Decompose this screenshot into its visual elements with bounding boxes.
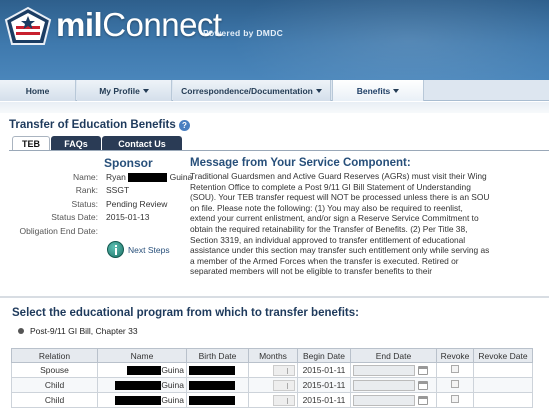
obligation-end-date-label: Obligation End Date: [19,226,98,236]
col-header-end-date: End Date [350,348,437,363]
nav-item-correspondence[interactable]: Correspondence/Documentation [173,80,331,101]
main-nav: Home My Profile Correspondence/Documenta… [0,80,549,101]
begin-date-cell: 2015-01-11 [297,377,351,393]
end-date-input[interactable] [353,379,415,391]
col-header-name: Name [97,348,187,363]
redaction-block [189,381,235,391]
begin-date-cell: 2015-01-11 [297,362,351,378]
message-heading: Message from Your Service Component: [190,157,411,169]
chevron-down-icon [315,88,322,93]
program-option[interactable]: Post-9/11 GI Bill, Chapter 33 [18,326,138,336]
subnav-bar [0,102,549,113]
next-steps-link[interactable]: Next Steps [128,245,170,255]
nav-item-benefits[interactable]: Benefits [332,80,424,101]
relation-cell: Spouse [11,362,98,378]
end-date-cell [350,362,437,378]
redaction-block [189,396,235,406]
info-icon[interactable] [107,241,124,258]
calendar-icon[interactable] [418,380,428,390]
birth-date-cell [186,377,249,393]
help-icon[interactable]: ? [179,120,190,131]
redaction-block [189,366,235,376]
end-date-input[interactable] [353,364,415,376]
revoke-checkbox[interactable] [451,395,459,403]
table-row: Child Guina 2015-01-11 [11,377,533,393]
message-body: Traditional Guardsmen and Active Guard R… [190,171,490,277]
nav-item-home[interactable]: Home [0,80,76,101]
redaction-block [127,366,162,376]
relation-cell: Child [11,392,98,408]
months-stepper[interactable] [273,379,295,391]
col-header-begin-date: Begin Date [297,348,351,363]
sponsor-heading: Sponsor [104,156,153,170]
name-value: Ryan Guina [106,172,193,183]
end-date-cell [350,392,437,408]
birth-date-cell [186,392,249,408]
end-date-input[interactable] [353,394,415,406]
tab-faqs[interactable]: FAQs [51,136,101,150]
status-label: Status: [71,199,98,209]
chevron-down-icon [142,88,149,93]
milconnect-logo-icon[interactable] [4,6,52,46]
radio-selected-icon[interactable] [18,328,24,334]
program-heading: Select the educational program from whic… [12,307,359,319]
table-row: Spouse Guina 2015-01-11 [11,362,533,378]
revoke-date-cell [473,362,533,378]
powered-by-label: Powered by DMDC [203,28,284,38]
section-divider [0,296,549,298]
revoke-cell [436,377,474,393]
status-date-value: 2015-01-13 [106,212,150,222]
rank-label: Rank: [75,185,98,195]
months-cell [248,362,298,378]
calendar-icon[interactable] [418,395,428,405]
redaction-block [128,173,168,183]
page-title: Transfer of Education Benefits [9,119,176,131]
table-row: Child Guina 2015-01-11 [11,392,533,408]
begin-date-cell: 2015-01-11 [297,392,351,408]
tab-contact-us[interactable]: Contact Us [102,136,182,150]
name-cell: Guina [97,362,187,378]
dependents-table: Relation Name Birth Date Months Begin Da… [11,348,533,408]
relation-cell: Child [11,377,98,393]
tab-divider [9,150,549,151]
revoke-checkbox[interactable] [451,380,459,388]
redaction-block [115,381,162,391]
revoke-cell [436,392,474,408]
app-logo-text[interactable]: milConnect [56,6,222,44]
months-cell [248,392,298,408]
status-date-label: Status Date: [51,212,98,222]
months-cell [248,377,298,393]
table-header-row: Relation Name Birth Date Months Begin Da… [11,348,533,363]
col-header-months: Months [248,348,298,363]
col-header-birth-date: Birth Date [186,348,249,363]
col-header-relation: Relation [11,348,98,363]
status-value: Pending Review [106,199,168,209]
calendar-icon[interactable] [418,365,428,375]
redaction-block [115,396,162,406]
birth-date-cell [186,362,249,378]
col-header-revoke: Revoke [436,348,474,363]
end-date-cell [350,377,437,393]
name-cell: Guina [97,377,187,393]
rank-value: SSGT [106,185,130,195]
tab-teb[interactable]: TEB [12,136,50,150]
name-label: Name: [72,172,98,182]
chevron-down-icon [393,88,400,93]
revoke-date-cell [473,377,533,393]
col-header-revoke-date: Revoke Date [473,348,533,363]
program-option-label: Post-9/11 GI Bill, Chapter 33 [30,326,138,336]
months-stepper[interactable] [273,364,295,376]
site-header: milConnect Powered by DMDC [0,0,549,80]
revoke-cell [436,362,474,378]
name-cell: Guina [97,392,187,408]
months-stepper[interactable] [273,394,295,406]
nav-item-my-profile[interactable]: My Profile [77,80,172,101]
revoke-checkbox[interactable] [451,365,459,373]
revoke-date-cell [473,392,533,408]
